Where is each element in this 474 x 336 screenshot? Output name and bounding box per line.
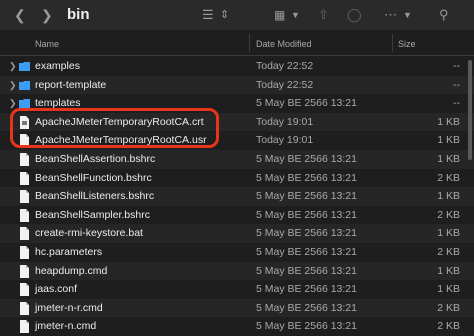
window-title: bin xyxy=(67,6,90,23)
highlight-box xyxy=(10,108,219,148)
file-date: 5 May BE 2566 13:21 xyxy=(256,208,357,221)
file-list: ❯ examples Today 22:52 -- ❯ report-template To… xyxy=(0,57,474,336)
file-date: Today 19:01 xyxy=(256,115,314,128)
file-name: hc.parameters xyxy=(35,245,103,258)
document-icon xyxy=(20,283,29,297)
file-size: 1 KB xyxy=(437,134,460,147)
document-icon xyxy=(20,152,29,166)
sort-chevron-icon[interactable]: ⇕ xyxy=(220,0,229,30)
list-item[interactable]: BeanShellFunction.bshrc 5 May BE 2566 13:… xyxy=(0,169,474,188)
file-name: jaas.conf xyxy=(35,283,78,296)
file-size: 1 KB xyxy=(437,190,460,203)
list-item[interactable]: jmeter-n.cmd 5 May BE 2566 13:21 2 KB xyxy=(0,317,474,336)
search-icon[interactable]: ⚲ xyxy=(439,0,449,30)
column-date-modified[interactable]: Date Modified xyxy=(256,39,312,49)
file-date: 5 May BE 2566 13:21 xyxy=(256,97,357,110)
file-size: 1 KB xyxy=(437,115,460,128)
grid-icon[interactable]: ▦ xyxy=(274,0,285,30)
disclosure-chevron-icon[interactable]: ❯ xyxy=(9,98,17,109)
document-icon xyxy=(20,227,29,241)
file-date: 5 May BE 2566 13:21 xyxy=(256,264,357,277)
document-icon xyxy=(20,171,29,185)
column-size[interactable]: Size xyxy=(398,39,416,49)
file-date: 5 May BE 2566 13:21 xyxy=(256,190,357,203)
chevron-right-icon[interactable]: ❯ xyxy=(41,0,53,30)
file-size: 1 KB xyxy=(437,264,460,277)
disclosure-chevron-icon[interactable]: ❯ xyxy=(9,61,17,72)
list-view-icon[interactable]: ☰ xyxy=(202,0,214,30)
column-divider[interactable] xyxy=(392,34,393,52)
file-name: report-template xyxy=(35,78,107,91)
file-date: 5 May BE 2566 13:21 xyxy=(256,152,357,165)
file-name: BeanShellSampler.bshrc xyxy=(35,208,150,221)
file-date: Today 19:01 xyxy=(256,134,314,147)
list-item[interactable]: ❯ report-template Today 22:52 -- xyxy=(0,75,474,95)
file-size: 2 KB xyxy=(437,245,460,258)
toolbar: ❮ ❯ bin ☰ ⇕ ▦ ▼ ⇧ ◯ ⋯ ▼ ⚲ xyxy=(0,0,474,30)
file-size: -- xyxy=(453,60,460,72)
list-item[interactable]: BeanShellSampler.bshrc 5 May BE 2566 13:2… xyxy=(0,206,474,225)
file-size: 2 KB xyxy=(437,301,460,314)
file-size: 1 KB xyxy=(437,152,460,165)
file-date: 5 May BE 2566 13:21 xyxy=(256,283,357,296)
document-icon xyxy=(20,208,29,222)
file-name: jmeter-n.cmd xyxy=(35,320,97,333)
list-item[interactable]: heapdump.cmd 5 May BE 2566 13:21 1 KB xyxy=(0,261,474,281)
disclosure-chevron-icon[interactable]: ❯ xyxy=(9,80,17,91)
file-name: BeanShellListeners.bshrc xyxy=(35,190,155,203)
document-icon xyxy=(20,320,29,334)
share-icon[interactable]: ⇧ xyxy=(318,0,329,30)
file-name: jmeter-n-r.cmd xyxy=(35,301,103,314)
file-size: -- xyxy=(453,97,460,110)
file-size: 1 KB xyxy=(437,283,460,296)
file-name: examples xyxy=(35,60,80,72)
grid-chevron-icon[interactable]: ▼ xyxy=(291,0,300,30)
file-size: 2 KB xyxy=(437,320,460,333)
file-date: 5 May BE 2566 13:21 xyxy=(256,301,357,314)
file-name: heapdump.cmd xyxy=(35,264,108,277)
file-date: 5 May BE 2566 13:21 xyxy=(256,245,357,258)
list-item[interactable]: jaas.conf 5 May BE 2566 13:21 1 KB xyxy=(0,280,474,299)
folder-icon xyxy=(19,80,30,90)
file-date: 5 May BE 2566 13:21 xyxy=(256,171,357,184)
list-item[interactable]: create-rmi-keystore.bat 5 May BE 2566 13:… xyxy=(0,224,474,243)
file-date: Today 22:52 xyxy=(256,78,314,91)
chevron-left-icon[interactable]: ❮ xyxy=(14,0,26,30)
file-size: 2 KB xyxy=(437,171,460,184)
list-item[interactable]: hc.parameters 5 May BE 2566 13:21 2 KB xyxy=(0,243,474,262)
file-name: BeanShellFunction.bshrc xyxy=(35,171,152,184)
tag-icon[interactable]: ◯ xyxy=(347,0,362,30)
column-divider[interactable] xyxy=(249,34,250,52)
file-date: 5 May BE 2566 13:21 xyxy=(256,227,357,240)
file-date: Today 22:52 xyxy=(256,60,314,72)
scrollbar[interactable] xyxy=(468,60,472,160)
column-header: Name Date Modified Size xyxy=(0,33,474,56)
file-size: 2 KB xyxy=(437,208,460,221)
file-name: create-rmi-keystore.bat xyxy=(35,227,143,240)
list-item[interactable]: BeanShellListeners.bshrc 5 May BE 2566 13… xyxy=(0,187,474,206)
column-name[interactable]: Name xyxy=(35,39,59,49)
more-chevron-icon[interactable]: ▼ xyxy=(403,0,412,30)
file-size: 1 KB xyxy=(437,227,460,240)
document-icon xyxy=(20,245,29,259)
document-icon xyxy=(20,264,29,278)
file-size: -- xyxy=(453,78,460,91)
list-item[interactable]: ❯ examples Today 22:52 -- xyxy=(0,57,474,76)
file-date: 5 May BE 2566 13:21 xyxy=(256,320,357,333)
document-icon xyxy=(20,190,29,204)
ellipsis-circle-icon[interactable]: ⋯ xyxy=(384,0,397,30)
file-name: BeanShellAssertion.bshrc xyxy=(35,152,156,165)
folder-icon xyxy=(19,62,30,71)
list-item[interactable]: jmeter-n-r.cmd 5 May BE 2566 13:21 2 KB xyxy=(0,298,474,318)
list-item[interactable]: BeanShellAssertion.bshrc 5 May BE 2566 13… xyxy=(0,149,474,169)
document-icon xyxy=(20,301,29,315)
